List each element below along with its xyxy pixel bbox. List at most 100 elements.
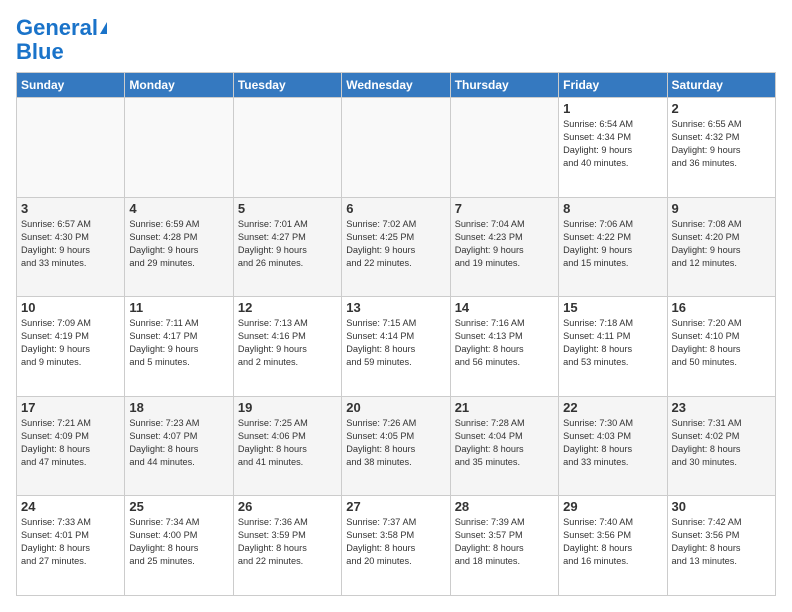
day-number: 24: [21, 499, 120, 514]
day-info: Sunrise: 7:11 AM Sunset: 4:17 PM Dayligh…: [129, 317, 228, 369]
day-info: Sunrise: 7:13 AM Sunset: 4:16 PM Dayligh…: [238, 317, 337, 369]
day-info: Sunrise: 7:01 AM Sunset: 4:27 PM Dayligh…: [238, 218, 337, 270]
day-info: Sunrise: 7:33 AM Sunset: 4:01 PM Dayligh…: [21, 516, 120, 568]
day-info: Sunrise: 6:54 AM Sunset: 4:34 PM Dayligh…: [563, 118, 662, 170]
day-number: 3: [21, 201, 120, 216]
day-cell: 28Sunrise: 7:39 AM Sunset: 3:57 PM Dayli…: [450, 496, 558, 596]
day-cell: [233, 98, 341, 198]
day-cell: 12Sunrise: 7:13 AM Sunset: 4:16 PM Dayli…: [233, 297, 341, 397]
day-info: Sunrise: 7:02 AM Sunset: 4:25 PM Dayligh…: [346, 218, 445, 270]
day-cell: 8 Sunrise: 7:06 AM Sunset: 4:22 PM Daylig…: [559, 197, 667, 297]
day-info: Sunrise: 7:37 AM Sunset: 3:58 PM Dayligh…: [346, 516, 445, 568]
day-cell: 18 Sunrise: 7:23 AM Sunset: 4:07 PM Dayli…: [125, 396, 233, 496]
col-header-friday: Friday: [559, 73, 667, 98]
day-cell: 24 Sunrise: 7:33 AM Sunset: 4:01 PM Dayli…: [17, 496, 125, 596]
day-number: 23: [672, 400, 771, 415]
day-number: 13: [346, 300, 445, 315]
page: General Blue SundayMondayTuesdayWednesda…: [0, 0, 792, 612]
day-cell: 13Sunrise: 7:15 AM Sunset: 4:14 PM Dayli…: [342, 297, 450, 397]
day-cell: 2 Sunrise: 6:55 AM Sunset: 4:32 PM Daylig…: [667, 98, 775, 198]
day-cell: 16 Sunrise: 7:20 AM Sunset: 4:10 PM Dayli…: [667, 297, 775, 397]
day-cell: 1Sunrise: 6:54 AM Sunset: 4:34 PM Daylig…: [559, 98, 667, 198]
logo: General Blue: [16, 16, 107, 64]
day-cell: 11 Sunrise: 7:11 AM Sunset: 4:17 PM Dayli…: [125, 297, 233, 397]
day-info: Sunrise: 7:06 AM Sunset: 4:22 PM Dayligh…: [563, 218, 662, 270]
week-row-5: 24 Sunrise: 7:33 AM Sunset: 4:01 PM Dayli…: [17, 496, 776, 596]
day-info: Sunrise: 7:23 AM Sunset: 4:07 PM Dayligh…: [129, 417, 228, 469]
day-cell: 7Sunrise: 7:04 AM Sunset: 4:23 PM Daylig…: [450, 197, 558, 297]
day-info: Sunrise: 7:08 AM Sunset: 4:20 PM Dayligh…: [672, 218, 771, 270]
day-info: Sunrise: 7:30 AM Sunset: 4:03 PM Dayligh…: [563, 417, 662, 469]
header: General Blue: [16, 16, 776, 64]
day-number: 26: [238, 499, 337, 514]
week-row-3: 10 Sunrise: 7:09 AM Sunset: 4:19 PM Dayli…: [17, 297, 776, 397]
calendar: SundayMondayTuesdayWednesdayThursdayFrid…: [16, 72, 776, 596]
day-cell: 30 Sunrise: 7:42 AM Sunset: 3:56 PM Dayli…: [667, 496, 775, 596]
day-cell: 17Sunrise: 7:21 AM Sunset: 4:09 PM Dayli…: [17, 396, 125, 496]
col-header-wednesday: Wednesday: [342, 73, 450, 98]
day-cell: 27 Sunrise: 7:37 AM Sunset: 3:58 PM Dayli…: [342, 496, 450, 596]
day-number: 8: [563, 201, 662, 216]
day-number: 30: [672, 499, 771, 514]
day-info: Sunrise: 7:26 AM Sunset: 4:05 PM Dayligh…: [346, 417, 445, 469]
day-info: Sunrise: 6:59 AM Sunset: 4:28 PM Dayligh…: [129, 218, 228, 270]
day-info: Sunrise: 7:31 AM Sunset: 4:02 PM Dayligh…: [672, 417, 771, 469]
logo-line2: Blue: [16, 40, 64, 64]
day-number: 22: [563, 400, 662, 415]
day-number: 19: [238, 400, 337, 415]
day-number: 21: [455, 400, 554, 415]
day-info: Sunrise: 7:18 AM Sunset: 4:11 PM Dayligh…: [563, 317, 662, 369]
day-cell: [342, 98, 450, 198]
day-number: 25: [129, 499, 228, 514]
day-cell: 5 Sunrise: 7:01 AM Sunset: 4:27 PM Daylig…: [233, 197, 341, 297]
day-cell: [450, 98, 558, 198]
week-row-4: 17Sunrise: 7:21 AM Sunset: 4:09 PM Dayli…: [17, 396, 776, 496]
day-info: Sunrise: 7:25 AM Sunset: 4:06 PM Dayligh…: [238, 417, 337, 469]
day-cell: 4Sunrise: 6:59 AM Sunset: 4:28 PM Daylig…: [125, 197, 233, 297]
day-number: 9: [672, 201, 771, 216]
day-info: Sunrise: 7:42 AM Sunset: 3:56 PM Dayligh…: [672, 516, 771, 568]
day-number: 11: [129, 300, 228, 315]
day-info: Sunrise: 7:09 AM Sunset: 4:19 PM Dayligh…: [21, 317, 120, 369]
day-cell: 6Sunrise: 7:02 AM Sunset: 4:25 PM Daylig…: [342, 197, 450, 297]
day-info: Sunrise: 7:04 AM Sunset: 4:23 PM Dayligh…: [455, 218, 554, 270]
day-cell: 14 Sunrise: 7:16 AM Sunset: 4:13 PM Dayli…: [450, 297, 558, 397]
col-header-saturday: Saturday: [667, 73, 775, 98]
col-header-monday: Monday: [125, 73, 233, 98]
day-cell: 19 Sunrise: 7:25 AM Sunset: 4:06 PM Dayli…: [233, 396, 341, 496]
day-number: 2: [672, 101, 771, 116]
day-cell: 15 Sunrise: 7:18 AM Sunset: 4:11 PM Dayli…: [559, 297, 667, 397]
day-number: 18: [129, 400, 228, 415]
week-row-1: 1Sunrise: 6:54 AM Sunset: 4:34 PM Daylig…: [17, 98, 776, 198]
day-info: Sunrise: 7:28 AM Sunset: 4:04 PM Dayligh…: [455, 417, 554, 469]
day-cell: 10 Sunrise: 7:09 AM Sunset: 4:19 PM Dayli…: [17, 297, 125, 397]
day-info: Sunrise: 7:40 AM Sunset: 3:56 PM Dayligh…: [563, 516, 662, 568]
day-cell: 23 Sunrise: 7:31 AM Sunset: 4:02 PM Dayli…: [667, 396, 775, 496]
logo-triangle-icon: [100, 22, 107, 34]
day-cell: 25Sunrise: 7:34 AM Sunset: 4:00 PM Dayli…: [125, 496, 233, 596]
day-number: 17: [21, 400, 120, 415]
day-cell: 20 Sunrise: 7:26 AM Sunset: 4:05 PM Dayli…: [342, 396, 450, 496]
day-number: 5: [238, 201, 337, 216]
day-number: 10: [21, 300, 120, 315]
day-number: 14: [455, 300, 554, 315]
col-header-tuesday: Tuesday: [233, 73, 341, 98]
calendar-header-row: SundayMondayTuesdayWednesdayThursdayFrid…: [17, 73, 776, 98]
day-info: Sunrise: 6:57 AM Sunset: 4:30 PM Dayligh…: [21, 218, 120, 270]
day-number: 16: [672, 300, 771, 315]
day-cell: 9 Sunrise: 7:08 AM Sunset: 4:20 PM Daylig…: [667, 197, 775, 297]
day-number: 27: [346, 499, 445, 514]
week-row-2: 3 Sunrise: 6:57 AM Sunset: 4:30 PM Daylig…: [17, 197, 776, 297]
col-header-sunday: Sunday: [17, 73, 125, 98]
day-info: Sunrise: 7:16 AM Sunset: 4:13 PM Dayligh…: [455, 317, 554, 369]
day-cell: [17, 98, 125, 198]
day-cell: 26Sunrise: 7:36 AM Sunset: 3:59 PM Dayli…: [233, 496, 341, 596]
day-number: 20: [346, 400, 445, 415]
day-cell: 29Sunrise: 7:40 AM Sunset: 3:56 PM Dayli…: [559, 496, 667, 596]
day-number: 15: [563, 300, 662, 315]
day-info: Sunrise: 6:55 AM Sunset: 4:32 PM Dayligh…: [672, 118, 771, 170]
day-info: Sunrise: 7:20 AM Sunset: 4:10 PM Dayligh…: [672, 317, 771, 369]
day-cell: 22 Sunrise: 7:30 AM Sunset: 4:03 PM Dayli…: [559, 396, 667, 496]
col-header-thursday: Thursday: [450, 73, 558, 98]
day-cell: 21 Sunrise: 7:28 AM Sunset: 4:04 PM Dayli…: [450, 396, 558, 496]
